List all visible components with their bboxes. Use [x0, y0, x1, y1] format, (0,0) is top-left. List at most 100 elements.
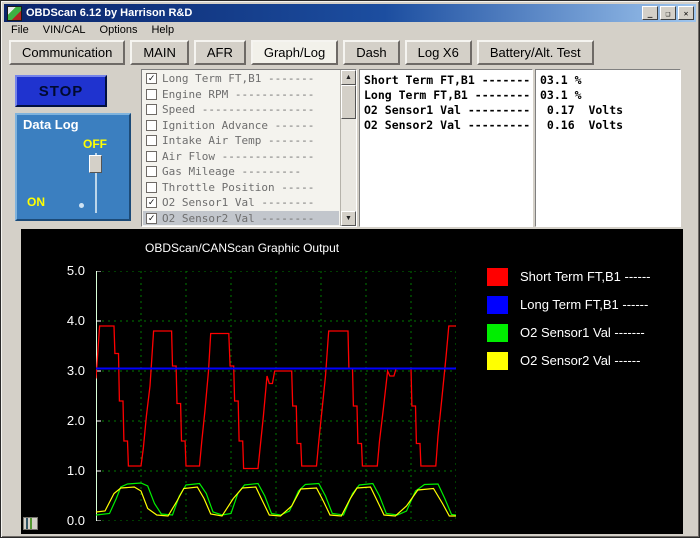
legend-item-long-term-ft-b1: Long Term FT,B1 ------: [487, 295, 651, 314]
slider-end-dot-icon: [79, 203, 84, 208]
pid-list-item-o2-sensor2-val[interactable]: ✓ O2 Sensor2 Val --------: [143, 211, 339, 226]
checkbox-checked-icon[interactable]: ✓: [146, 213, 157, 224]
tab-communication[interactable]: Communication: [9, 40, 125, 65]
pid-label: O2 Sensor1 Val --------: [162, 196, 314, 209]
y-axis-tick-label: 4.0: [53, 313, 85, 328]
graph-legend: Short Term FT,B1 ------ Long Term FT,B1 -…: [487, 267, 651, 379]
pid-list: ✓ Long Term FT,B1 ------- Engine RPM -----…: [141, 69, 357, 227]
tab-graph-log[interactable]: Graph/Log: [251, 40, 338, 65]
pid-list-item-intake-air-temp[interactable]: Intake Air Temp -------: [143, 133, 339, 149]
readout-name: Long Term FT,B1 --------: [364, 88, 532, 103]
plot-svg: [96, 271, 456, 521]
pid-label: Air Flow --------------: [162, 150, 314, 163]
upper-panel: STOP Data Log OFF ON ✓ Long Term FT,B1 --…: [9, 69, 693, 227]
checkbox-checked-icon[interactable]: ✓: [146, 73, 157, 84]
legend-label: Short Term FT,B1 ------: [520, 269, 651, 284]
y-axis-labels: 5.0 4.0 3.0 2.0 1.0 0.0: [51, 229, 91, 534]
pid-label: Speed -----------------: [162, 103, 314, 116]
datalog-on-label: ON: [27, 195, 45, 209]
legend-label: O2 Sensor2 Val ------: [520, 353, 640, 368]
titlebar: OBDScan 6.12 by Harrison R&D _ ❑ ✕: [4, 4, 696, 22]
pid-label: Intake Air Temp -------: [162, 134, 314, 147]
legend-swatch-icon: [487, 324, 508, 342]
readout-value: 03.1 %: [540, 88, 680, 103]
tab-log-x6[interactable]: Log X6: [405, 40, 472, 65]
datalog-off-label: OFF: [83, 137, 107, 151]
y-axis-tick-label: 3.0: [53, 363, 85, 378]
legend-item-short-term-ft-b1: Short Term FT,B1 ------: [487, 267, 651, 286]
checkbox-unchecked-icon[interactable]: [146, 151, 157, 162]
legend-item-o2-sensor2-val: O2 Sensor2 Val ------: [487, 351, 651, 370]
y-axis-tick-label: 5.0: [53, 263, 85, 278]
app-icon: [7, 6, 22, 21]
pid-label: O2 Sensor2 Val --------: [162, 212, 314, 225]
menu-item-file[interactable]: File: [11, 24, 29, 36]
pid-list-item-engine-rpm[interactable]: Engine RPM ------------: [143, 87, 339, 103]
window-title: OBDScan 6.12 by Harrison R&D: [26, 7, 642, 19]
pid-list-item-long-term-ft-b1[interactable]: ✓ Long Term FT,B1 -------: [143, 71, 339, 87]
legend-label: O2 Sensor1 Val -------: [520, 325, 645, 340]
checkbox-unchecked-icon[interactable]: [146, 166, 157, 177]
menu-item-help[interactable]: Help: [151, 24, 174, 36]
y-axis-tick-label: 1.0: [53, 463, 85, 478]
stop-button[interactable]: STOP: [15, 75, 107, 107]
pid-label: Gas Mileage ---------: [162, 165, 301, 178]
pid-list-items: ✓ Long Term FT,B1 ------- Engine RPM -----…: [143, 71, 339, 225]
readout-values-panel: 03.1 %03.1 % 0.17 Volts 0.16 Volts: [535, 69, 681, 227]
readout-name: O2 Sensor1 Val ---------: [364, 103, 532, 118]
readout-name: O2 Sensor2 Val ---------: [364, 118, 532, 133]
pid-label: Ignition Advance ------: [162, 119, 314, 132]
legend-swatch-icon: [487, 352, 508, 370]
checkbox-unchecked-icon[interactable]: [146, 182, 157, 193]
graph-title: OBDScan/CANScan Graphic Output: [145, 241, 339, 255]
pid-label: Long Term FT,B1 -------: [162, 72, 314, 85]
graph-area: OBDScan/CANScan Graphic Output 5.0 4.0 3.0…: [21, 229, 683, 534]
pid-list-item-speed[interactable]: Speed -----------------: [143, 102, 339, 118]
minimize-button[interactable]: _: [642, 6, 658, 20]
legend-label: Long Term FT,B1 ------: [520, 297, 648, 312]
app-window: OBDScan 6.12 by Harrison R&D _ ❑ ✕ File V…: [0, 0, 700, 538]
tab-dash[interactable]: Dash: [343, 40, 399, 65]
checkbox-unchecked-icon[interactable]: [146, 135, 157, 146]
tab-main[interactable]: MAIN: [130, 40, 189, 65]
legend-swatch-icon: [487, 268, 508, 286]
menu-item-options[interactable]: Options: [100, 24, 138, 36]
readout-value: 0.17 Volts: [540, 103, 680, 118]
checkbox-checked-icon[interactable]: ✓: [146, 197, 157, 208]
legend-swatch-icon: [487, 296, 508, 314]
readout-names-panel: Short Term FT,B1 -------Long Term FT,B1 …: [359, 69, 533, 227]
scroll-up-icon[interactable]: ▲: [341, 70, 356, 85]
tab-bar: CommunicationMAINAFRGraph/LogDashLog X6B…: [9, 40, 594, 65]
menu-item-vin-cal[interactable]: VIN/CAL: [43, 24, 86, 36]
readout-value: 0.16 Volts: [540, 118, 680, 133]
tab-battery-alt-test[interactable]: Battery/Alt. Test: [477, 40, 594, 65]
tab-afr[interactable]: AFR: [194, 40, 246, 65]
readout-name: Short Term FT,B1 -------: [364, 73, 532, 88]
slider-thumb-icon[interactable]: [89, 155, 102, 173]
pid-label: Throttle Position -----: [162, 181, 314, 194]
maximize-button[interactable]: ❑: [660, 6, 676, 20]
pid-list-item-gas-mileage[interactable]: Gas Mileage ---------: [143, 164, 339, 180]
checkbox-unchecked-icon[interactable]: [146, 104, 157, 115]
scroll-down-icon[interactable]: ▼: [341, 211, 356, 226]
checkbox-unchecked-icon[interactable]: [146, 120, 157, 131]
datalog-slider[interactable]: [87, 153, 105, 213]
datalog-panel: Data Log OFF ON: [15, 113, 131, 221]
menubar: File VIN/CAL Options Help: [4, 22, 696, 38]
scrollbar-thumb[interactable]: [341, 85, 356, 119]
datalog-title: Data Log: [17, 115, 129, 132]
mini-chart-icon: [23, 517, 38, 530]
y-axis-tick-label: 0.0: [53, 513, 85, 528]
pid-list-item-throttle-position[interactable]: Throttle Position -----: [143, 180, 339, 196]
pid-list-item-ignition-advance[interactable]: Ignition Advance ------: [143, 118, 339, 134]
close-button[interactable]: ✕: [678, 6, 694, 20]
pid-list-item-o2-sensor1-val[interactable]: ✓ O2 Sensor1 Val --------: [143, 195, 339, 211]
window-controls: _ ❑ ✕: [642, 6, 694, 20]
y-axis-tick-label: 2.0: [53, 413, 85, 428]
pid-list-item-air-flow[interactable]: Air Flow --------------: [143, 149, 339, 165]
readout-value: 03.1 %: [540, 73, 680, 88]
pid-list-scrollbar[interactable]: ▲ ▼: [340, 70, 356, 226]
checkbox-unchecked-icon[interactable]: [146, 89, 157, 100]
legend-item-o2-sensor1-val: O2 Sensor1 Val -------: [487, 323, 651, 342]
pid-label: Engine RPM ------------: [162, 88, 314, 101]
